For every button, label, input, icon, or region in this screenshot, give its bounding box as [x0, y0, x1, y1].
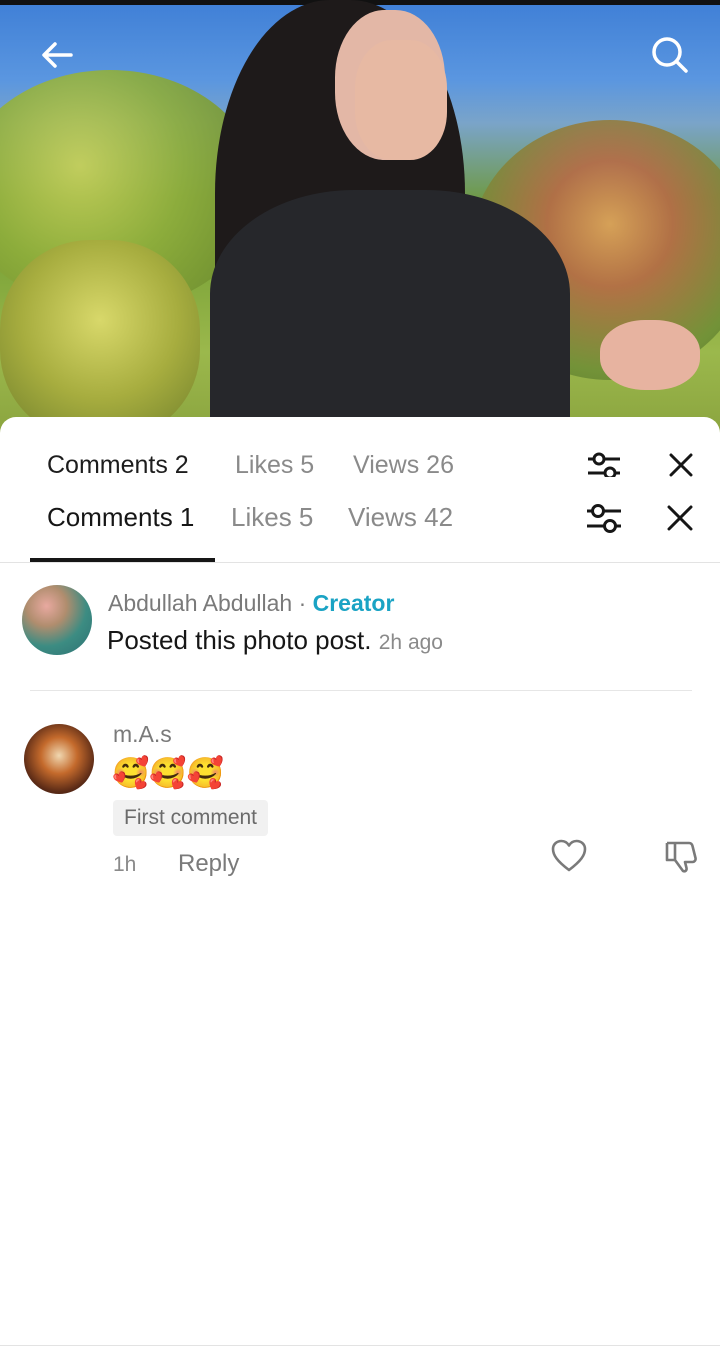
close-icon [669, 453, 693, 477]
search-icon [652, 37, 688, 73]
close-icon [667, 505, 693, 531]
photo-subject-body [210, 190, 570, 440]
ghost-tab-likes: Likes 5 [235, 451, 315, 477]
ghost-tab-views: Views 26 [353, 451, 454, 477]
dislike-button[interactable] [663, 838, 699, 879]
close-button[interactable] [665, 503, 695, 538]
post-text-line: Posted this photo post. 2h ago [107, 625, 443, 656]
tab-likes[interactable]: Likes 5 [231, 502, 313, 533]
creator-label: Creator [312, 590, 395, 616]
tab-bar: Comments 1 Likes 5 Views 42 [0, 492, 720, 562]
photo-subject-hand [355, 40, 447, 160]
like-button[interactable] [551, 839, 587, 878]
divider [30, 690, 692, 691]
photo-palm [0, 240, 200, 440]
post-text: Posted this photo post. [107, 625, 372, 655]
creator-name-line: Abdullah Abdullah · Creator [108, 590, 394, 617]
comment-time: 1h [113, 853, 137, 876]
back-button[interactable] [33, 31, 81, 79]
comments-sheet: Comments 2 Likes 5 Views 26 Comments 1 L… [0, 417, 720, 1364]
avatar[interactable] [24, 724, 94, 794]
ghost-tab-comments: Comments 2 [47, 451, 189, 477]
ghost-tab-row: Comments 2 Likes 5 Views 26 [0, 437, 720, 477]
avatar[interactable] [22, 585, 92, 655]
divider [0, 562, 720, 563]
separator: · [298, 590, 307, 616]
tab-views[interactable]: Views 42 [348, 502, 453, 533]
heart-icon [551, 839, 587, 872]
search-button[interactable] [646, 31, 694, 79]
reply-button[interactable]: Reply [178, 850, 239, 878]
filter-sliders-icon [588, 452, 620, 477]
comment-author[interactable]: m.A.s [113, 721, 172, 748]
photo-subject-hand [600, 320, 700, 390]
post-photo [0, 0, 720, 440]
author-name[interactable]: Abdullah Abdullah [108, 590, 292, 616]
comment-row: m.A.s 🥰🥰🥰 First comment 1h Reply [0, 721, 720, 884]
creator-post-row: Abdullah Abdullah · Creator Posted this … [0, 585, 720, 685]
comment-text: 🥰🥰🥰 [112, 757, 225, 790]
tab-comments[interactable]: Comments 1 [47, 502, 194, 533]
filter-sliders-icon [587, 504, 621, 533]
first-comment-badge: First comment [113, 800, 269, 836]
bottom-divider [0, 1345, 720, 1346]
back-arrow-icon [42, 42, 73, 68]
dislike-icon [665, 841, 697, 873]
post-time: 2h ago [378, 631, 443, 654]
filter-button[interactable] [585, 499, 623, 542]
